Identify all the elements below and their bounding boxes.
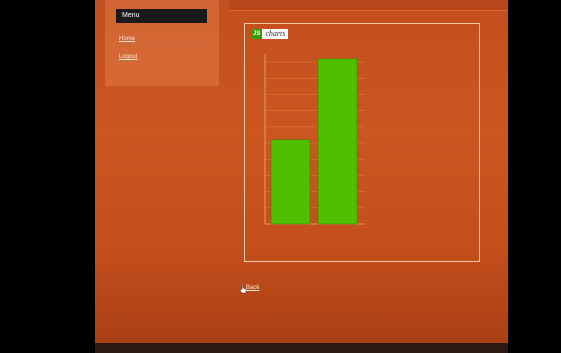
chart-bar <box>270 139 311 225</box>
nav-link-logout[interactable]: Logout <box>119 54 137 60</box>
jscharts-logo-badge: JS <box>251 29 263 39</box>
jscharts-logo-word: charts <box>262 29 289 39</box>
chart-bar <box>317 58 358 225</box>
bar-chart <box>264 54 365 225</box>
top-strip <box>230 0 508 11</box>
back-link[interactable]: Back <box>246 285 259 291</box>
chart-container: JS charts <box>244 23 480 262</box>
footer-divider <box>230 334 508 335</box>
jscharts-logo: JS charts <box>251 29 289 39</box>
footer-bar <box>95 343 508 353</box>
app-frame: Menu Home Logout JS charts Back <box>95 0 508 353</box>
nav-link-home[interactable]: Home <box>119 36 135 42</box>
menu-header: Menu <box>116 9 207 23</box>
